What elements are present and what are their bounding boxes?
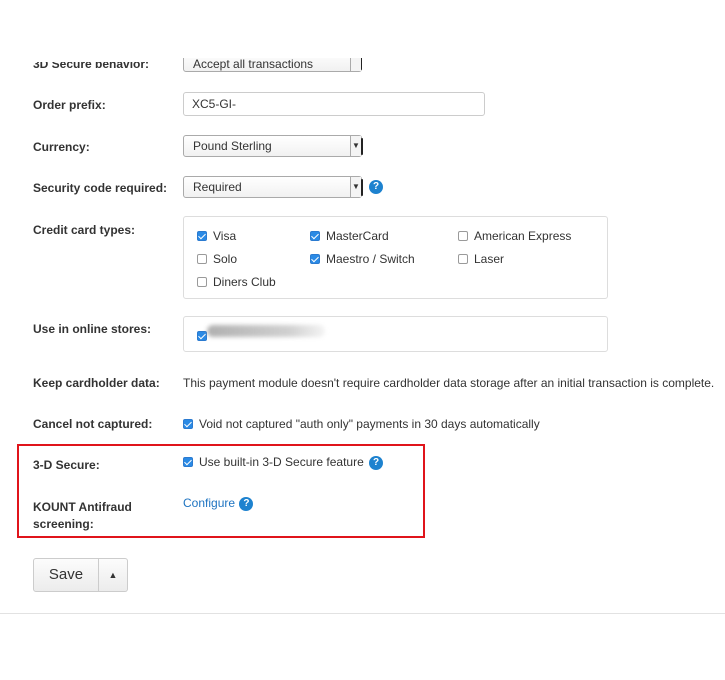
- help-circle-icon[interactable]: ?: [369, 180, 383, 194]
- checkbox-checked-icon[interactable]: [183, 418, 193, 429]
- secure-behavior-label: 3D Secure behavior:: [33, 57, 150, 71]
- online-stores-label: Use in online stores:: [33, 322, 152, 336]
- kount-configure: Configure ?: [183, 496, 254, 511]
- redacted-store-name: [207, 325, 325, 337]
- cardholder-data-text: This payment module doesn't require card…: [183, 376, 715, 390]
- cancel-not-captured-text: Void not captured "auth only" payments i…: [199, 417, 540, 431]
- checkbox-unchecked-icon[interactable]: [197, 253, 207, 264]
- help-circle-icon[interactable]: ?: [369, 455, 384, 470]
- checkbox-checked-icon[interactable]: [197, 230, 207, 241]
- security-code-value: Required: [193, 180, 242, 194]
- card-type-solo[interactable]: Solo: [197, 252, 237, 266]
- security-code-label: Security code required:: [33, 181, 168, 195]
- checkbox-unchecked-icon[interactable]: [197, 276, 207, 287]
- card-type-maestro[interactable]: Maestro / Switch: [310, 252, 415, 266]
- currency-value: Pound Sterling: [193, 139, 272, 153]
- dropdown-arrow-icon: [361, 138, 363, 155]
- card-type-mastercard-label: MasterCard: [326, 229, 389, 243]
- secure-behavior-value: Accept all transactions: [193, 57, 314, 71]
- checkbox-unchecked-icon[interactable]: [458, 253, 468, 264]
- card-type-amex-label: American Express: [474, 229, 572, 243]
- card-type-laser-label: Laser: [474, 252, 505, 266]
- three-d-secure-label: 3-D Secure:: [33, 458, 100, 472]
- secure-behavior-select[interactable]: Accept all transactions: [183, 57, 362, 72]
- dropdown-arrow-icon: [361, 58, 362, 70]
- security-code-select[interactable]: Required ▼: [183, 176, 363, 198]
- configure-link[interactable]: Configure: [183, 496, 235, 510]
- dropdown-arrow-icon: ▼: [350, 177, 361, 197]
- card-type-mastercard[interactable]: MasterCard: [310, 229, 389, 243]
- three-d-secure-text: Use built-in 3-D Secure feature: [199, 455, 364, 469]
- checkbox-unchecked-icon[interactable]: [458, 230, 468, 241]
- checkbox-checked-icon[interactable]: [197, 331, 207, 341]
- card-type-amex[interactable]: American Express: [458, 229, 571, 243]
- card-type-solo-label: Solo: [213, 252, 238, 266]
- card-type-diners[interactable]: Diners Club: [197, 275, 276, 289]
- dropdown-arrow-icon: [361, 179, 363, 196]
- cardholder-data-label: Keep cardholder data:: [33, 376, 160, 390]
- currency-select[interactable]: Pound Sterling ▼: [183, 135, 363, 157]
- checkbox-checked-icon[interactable]: [310, 230, 320, 241]
- save-button-group: Save ▲: [33, 558, 128, 592]
- kount-label-line2: screening:: [33, 517, 94, 531]
- cancel-not-captured-label: Cancel not captured:: [33, 417, 153, 431]
- card-type-maestro-label: Maestro / Switch: [326, 252, 415, 266]
- checkbox-checked-icon[interactable]: [183, 456, 193, 467]
- save-button[interactable]: Save: [33, 558, 99, 592]
- three-d-secure-option[interactable]: Use built-in 3-D Secure feature ?: [183, 455, 384, 470]
- dropdown-arrow-icon: [350, 58, 361, 71]
- currency-label: Currency:: [33, 140, 90, 154]
- card-type-diners-label: Diners Club: [213, 275, 276, 289]
- card-type-laser[interactable]: Laser: [458, 252, 504, 266]
- order-prefix-input[interactable]: XC5-GI-: [183, 92, 485, 116]
- help-circle-icon[interactable]: ?: [239, 496, 254, 511]
- order-prefix-label: Order prefix:: [33, 98, 106, 112]
- dropdown-arrow-icon: ▼: [350, 136, 361, 156]
- footer-divider: [0, 613, 725, 614]
- checkbox-checked-icon[interactable]: [310, 253, 320, 264]
- kount-label-line1: KOUNT Antifraud: [33, 500, 132, 514]
- cancel-not-captured-option[interactable]: Void not captured "auth only" payments i…: [183, 417, 540, 431]
- kount-label: KOUNT Antifraud screening:: [33, 500, 132, 531]
- caret-up-icon[interactable]: ▲: [99, 558, 128, 592]
- card-type-visa-label: Visa: [213, 229, 237, 243]
- credit-card-types-label: Credit card types:: [33, 223, 136, 237]
- card-type-visa[interactable]: Visa: [197, 229, 236, 243]
